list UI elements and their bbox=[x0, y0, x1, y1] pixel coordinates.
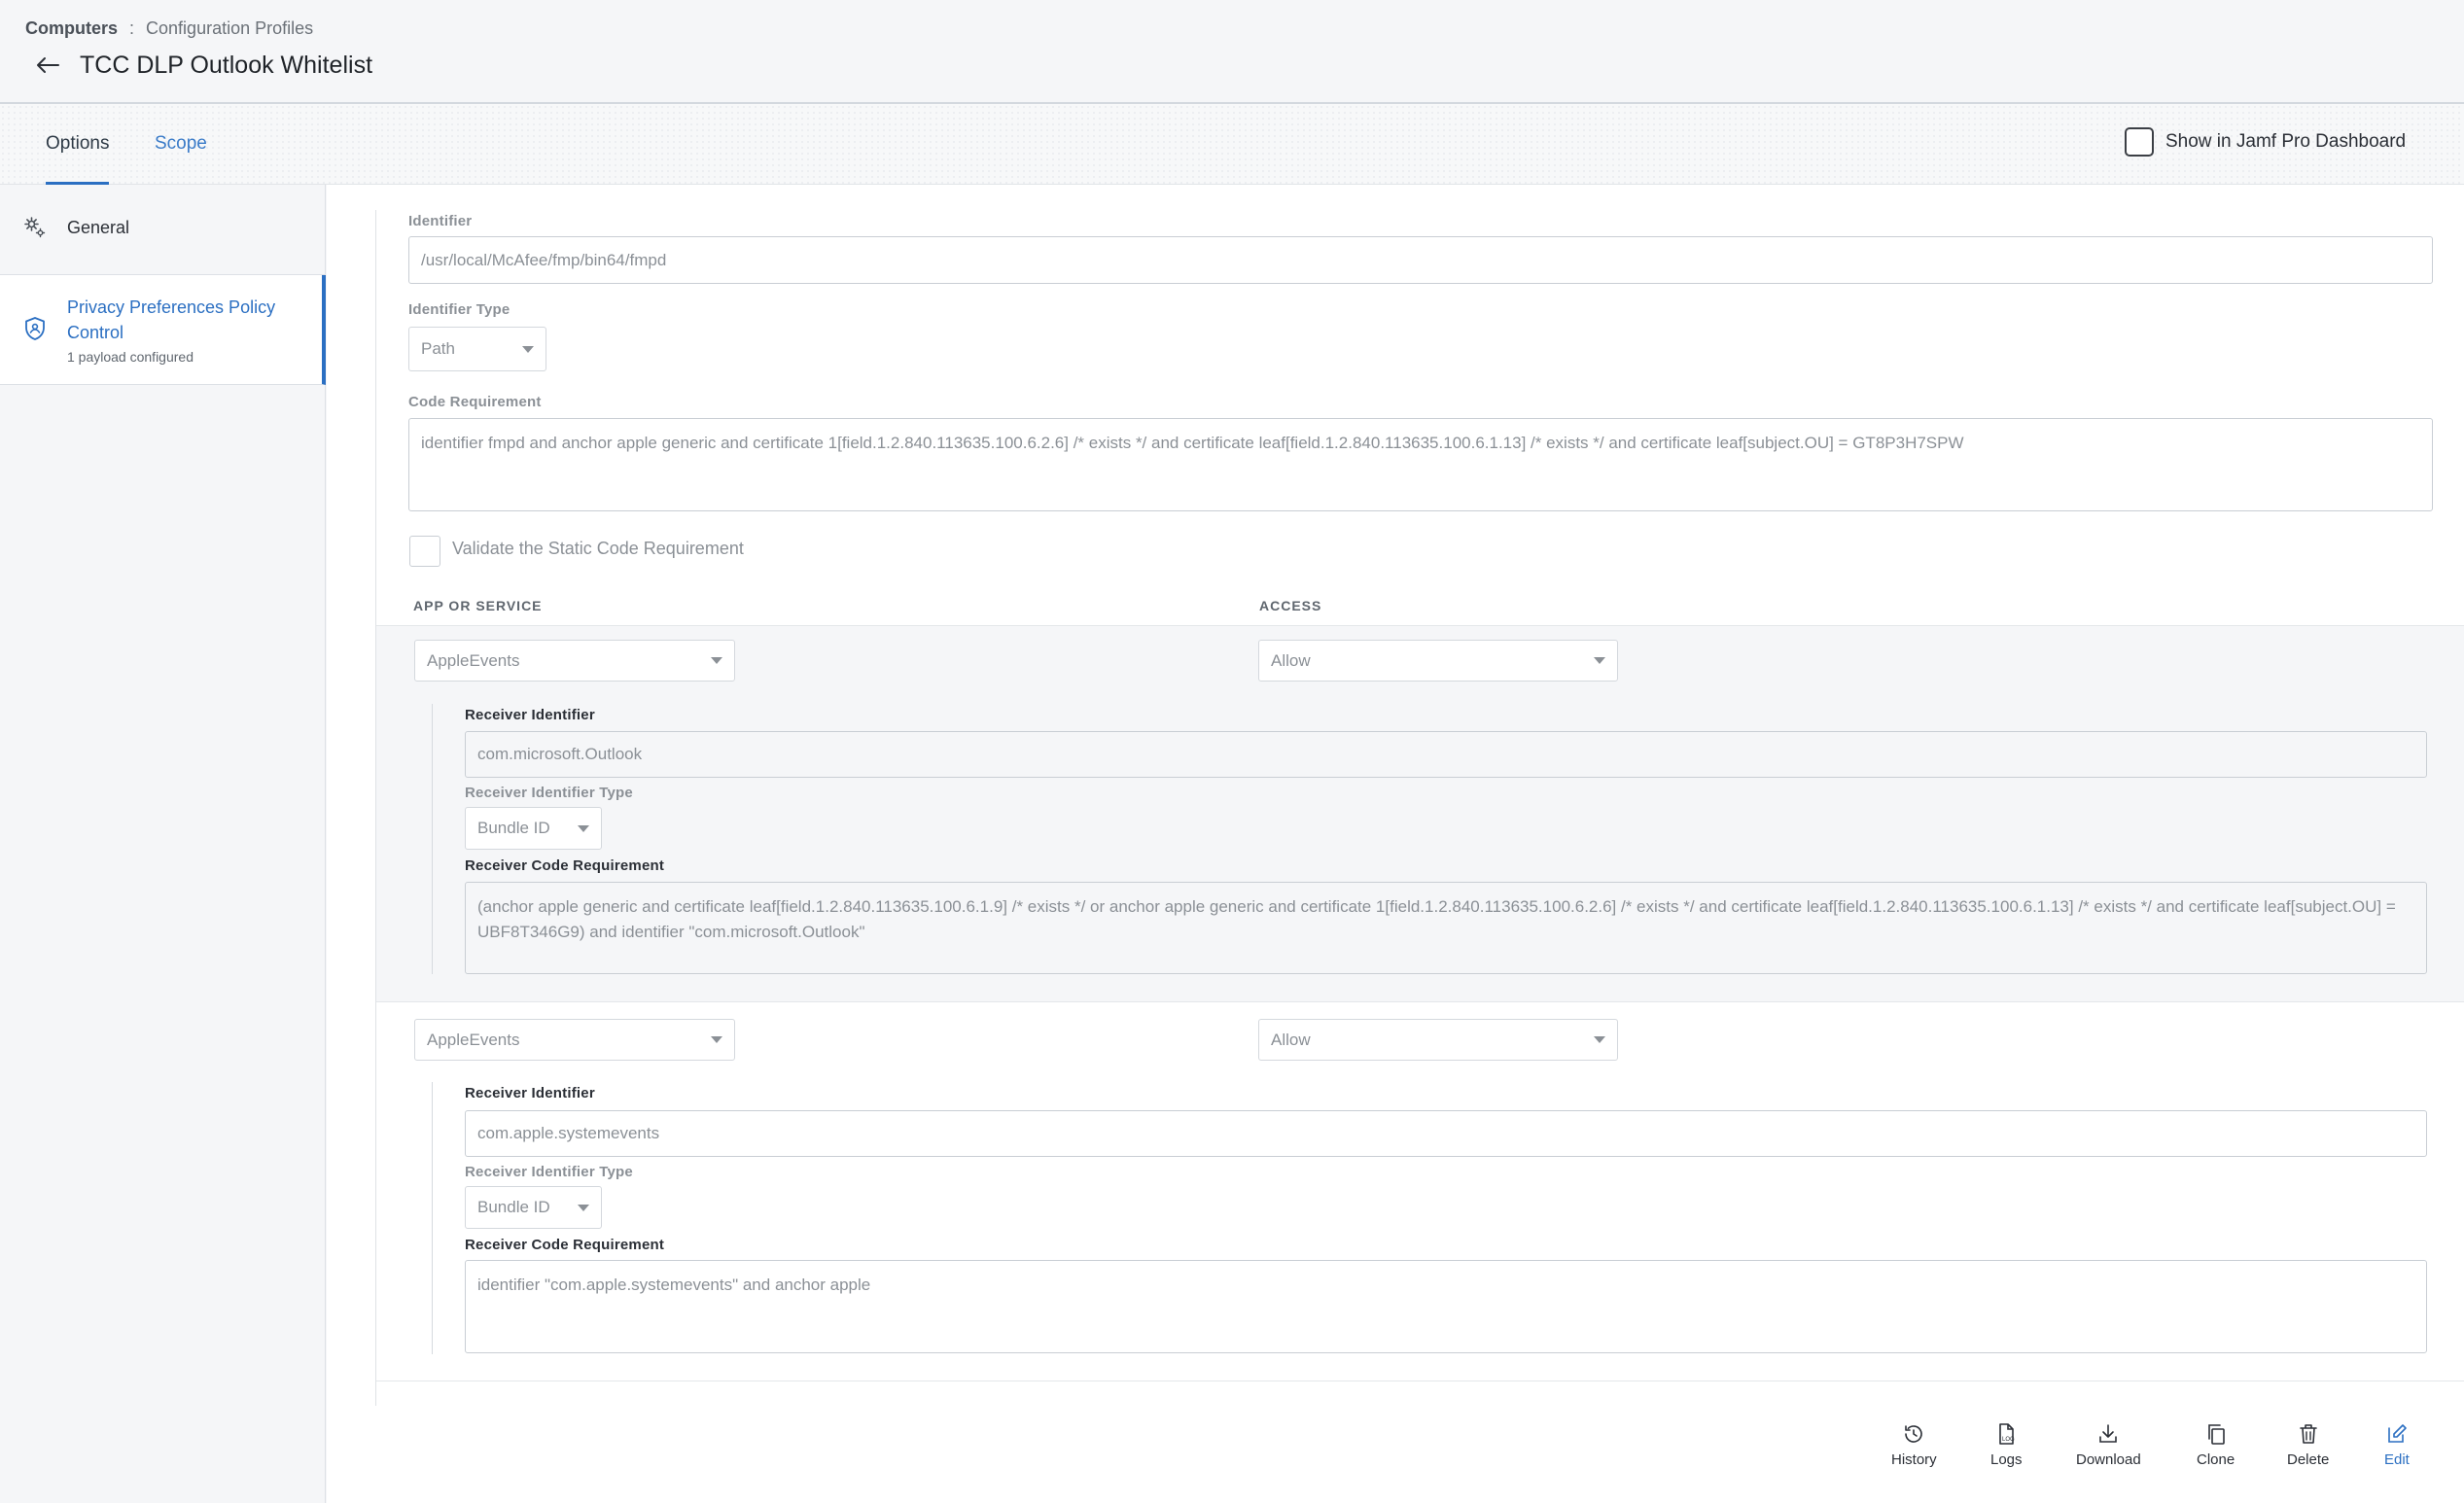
rule-1-receiver-identifier-input[interactable]: com.microsoft.Outlook bbox=[465, 731, 2427, 778]
rule-1-service-select[interactable]: AppleEvents bbox=[414, 640, 735, 682]
clone-label: Clone bbox=[2197, 1451, 2235, 1468]
validate-static-code-label: Validate the Static Code Requirement bbox=[452, 539, 744, 558]
edit-icon bbox=[2388, 1424, 2407, 1443]
chevron-down-icon bbox=[711, 657, 722, 664]
identifier-input[interactable]: /usr/local/McAfee/fmp/bin64/fmpd bbox=[408, 236, 2433, 284]
column-header-access: ACCESS bbox=[1259, 598, 1322, 613]
logs-icon: LOG bbox=[1999, 1423, 2015, 1445]
rule-2-receiver-code-requirement-textarea[interactable]: identifier "com.apple.systemevents" and … bbox=[465, 1260, 2427, 1353]
chevron-down-icon bbox=[578, 824, 589, 832]
rule-2-indent-line bbox=[432, 1082, 433, 1354]
code-requirement-textarea[interactable]: identifier fmpd and anchor apple generic… bbox=[408, 418, 2433, 511]
validate-static-code-checkbox[interactable] bbox=[409, 536, 440, 567]
rule-1-access-select[interactable]: Allow bbox=[1258, 640, 1618, 682]
rule-2-receiver-identifier-input[interactable]: com.apple.systemevents bbox=[465, 1110, 2427, 1157]
form-layer: Identifier /usr/local/McAfee/fmp/bin64/f… bbox=[0, 0, 2464, 1503]
rule-1-receiver-identifier-label: Receiver Identifier bbox=[465, 707, 595, 723]
chevron-down-icon bbox=[1594, 1036, 1605, 1043]
column-header-app-or-service: APP OR SERVICE bbox=[413, 598, 543, 613]
trash-icon bbox=[2299, 1424, 2317, 1444]
rule-1-indent-line bbox=[432, 704, 433, 974]
rule-2-access-select[interactable]: Allow bbox=[1258, 1019, 1618, 1061]
identifier-type-value: Path bbox=[421, 339, 455, 358]
chevron-down-icon bbox=[711, 1036, 722, 1043]
chevron-down-icon bbox=[578, 1204, 589, 1211]
delete-button[interactable]: Delete bbox=[2287, 1422, 2329, 1468]
rule-1-service-value: AppleEvents bbox=[427, 650, 520, 670]
rule-2-receiver-identifier-type-value: Bundle ID bbox=[477, 1198, 550, 1216]
logs-label: Logs bbox=[1990, 1451, 2023, 1468]
rule-1-receiver-identifier-type-value: Bundle ID bbox=[477, 819, 550, 837]
history-button[interactable]: History bbox=[1891, 1422, 1937, 1468]
rule-1-receiver-code-requirement-textarea[interactable]: (anchor apple generic and certificate le… bbox=[465, 882, 2427, 974]
delete-label: Delete bbox=[2287, 1451, 2330, 1468]
rule-2-receiver-identifier-type-select[interactable]: Bundle ID bbox=[465, 1186, 602, 1229]
edit-button[interactable]: Edit bbox=[2384, 1422, 2410, 1468]
identifier-type-label: Identifier Type bbox=[408, 301, 510, 318]
identifier-label: Identifier bbox=[408, 213, 473, 229]
rule-1-receiver-identifier-type-select[interactable]: Bundle ID bbox=[465, 807, 602, 850]
chevron-down-icon bbox=[1594, 657, 1605, 664]
rule-1-access-value: Allow bbox=[1271, 650, 1311, 670]
history-label: History bbox=[1891, 1451, 1937, 1468]
svg-text:LOG: LOG bbox=[2002, 1437, 2015, 1443]
logs-button[interactable]: LOG Logs bbox=[1990, 1422, 2023, 1468]
identifier-type-select[interactable]: Path bbox=[408, 327, 546, 371]
chevron-down-icon bbox=[522, 345, 534, 353]
download-button[interactable]: Download bbox=[2076, 1422, 2141, 1468]
download-label: Download bbox=[2076, 1451, 2141, 1468]
rule-2-receiver-code-requirement-label: Receiver Code Requirement bbox=[465, 1237, 665, 1253]
rule-1-receiver-identifier-type-label: Receiver Identifier Type bbox=[465, 785, 633, 801]
history-icon bbox=[1905, 1425, 1923, 1443]
rule-2-service-select[interactable]: AppleEvents bbox=[414, 1019, 735, 1061]
rule-2-service-value: AppleEvents bbox=[427, 1030, 520, 1049]
rule-2-receiver-identifier-type-label: Receiver Identifier Type bbox=[465, 1164, 633, 1180]
rule-2-receiver-identifier-label: Receiver Identifier bbox=[465, 1085, 595, 1101]
edit-label: Edit bbox=[2384, 1451, 2410, 1468]
clone-button[interactable]: Clone bbox=[2197, 1422, 2235, 1468]
rule-2-access-value: Allow bbox=[1271, 1030, 1311, 1049]
code-requirement-label: Code Requirement bbox=[408, 394, 542, 410]
rule-1-receiver-code-requirement-label: Receiver Code Requirement bbox=[465, 857, 665, 874]
clone-icon bbox=[2207, 1424, 2225, 1445]
download-icon bbox=[2099, 1424, 2118, 1443]
